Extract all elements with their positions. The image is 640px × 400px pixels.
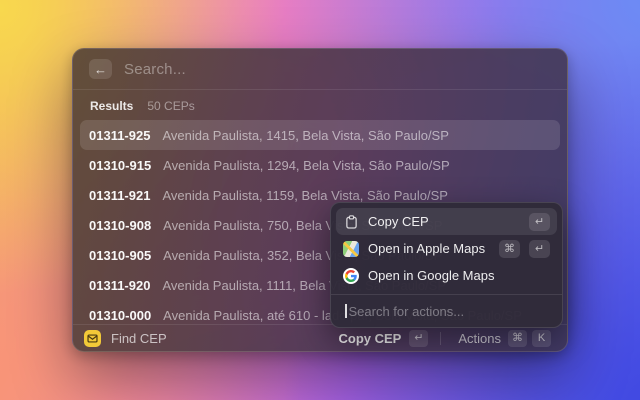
- result-row[interactable]: 01310-915 Avenida Paulista, 1294, Bela V…: [80, 150, 560, 180]
- cmd-key-badge: ⌘: [508, 330, 527, 347]
- envelope-icon: [87, 333, 98, 344]
- actions-search-placeholder: Search for actions...: [348, 304, 465, 319]
- apple-maps-icon: [343, 241, 359, 257]
- menu-item-open-apple-maps[interactable]: Open in Apple Maps ⌘ ↵: [336, 235, 557, 262]
- cep-code: 01310-000: [89, 308, 151, 323]
- cmd-key-badge: ⌘: [499, 240, 520, 258]
- cep-address: Avenida Paulista, 1159, Bela Vista, São …: [162, 188, 447, 203]
- text-cursor: [345, 304, 347, 318]
- k-key-badge: K: [532, 330, 551, 347]
- results-label: Results: [90, 99, 133, 113]
- search-input[interactable]: Search...: [124, 61, 186, 78]
- cep-address: Avenida Paulista, 1415, Bela Vista, São …: [162, 128, 448, 143]
- actions-menu: Copy CEP ↵ Open in Apple Maps ⌘ ↵ O: [330, 202, 563, 328]
- cep-code: 01311-921: [89, 188, 150, 203]
- cep-code: 01311-925: [89, 128, 150, 143]
- back-button[interactable]: ←: [89, 59, 112, 79]
- primary-action-label[interactable]: Copy CEP: [339, 331, 402, 346]
- menu-item-copy-cep[interactable]: Copy CEP ↵: [336, 208, 557, 235]
- actions-label: Actions: [458, 331, 501, 346]
- actions-search-input[interactable]: Search for actions...: [336, 295, 557, 327]
- menu-item-label: Copy CEP: [368, 214, 520, 229]
- cep-code: 01310-905: [89, 248, 151, 263]
- back-arrow-icon: ←: [94, 63, 107, 76]
- google-maps-icon: [343, 268, 359, 284]
- actions-button[interactable]: Actions ⌘ K: [453, 327, 556, 350]
- cep-code: 01310-915: [89, 158, 151, 173]
- status-bar-separator: [440, 332, 441, 345]
- cep-address: Avenida Paulista, 1294, Bela Vista, São …: [163, 158, 449, 173]
- find-cep-extension-icon: [84, 330, 101, 347]
- search-bar: ← Search...: [73, 49, 567, 89]
- results-count: 50 CEPs: [147, 99, 194, 113]
- return-key-badge: ↵: [529, 213, 550, 231]
- cep-code: 01310-908: [89, 218, 151, 233]
- return-key-badge: ↵: [409, 330, 428, 347]
- return-key-badge: ↵: [529, 240, 550, 258]
- menu-item-label: Open in Apple Maps: [368, 241, 490, 256]
- menu-item-label: Open in Google Maps: [368, 268, 550, 283]
- results-header: Results 50 CEPs: [73, 90, 567, 118]
- desktop-wallpaper: ← Search... Results 50 CEPs 01311-925 Av…: [0, 0, 640, 400]
- cep-code: 01311-920: [89, 278, 150, 293]
- result-row[interactable]: 01311-925 Avenida Paulista, 1415, Bela V…: [80, 120, 560, 150]
- extension-name: Find CEP: [111, 331, 167, 346]
- menu-item-open-google-maps[interactable]: Open in Google Maps: [336, 262, 557, 289]
- status-bar: Find CEP Copy CEP ↵ Actions ⌘ K: [73, 324, 567, 351]
- clipboard-icon: [343, 214, 359, 230]
